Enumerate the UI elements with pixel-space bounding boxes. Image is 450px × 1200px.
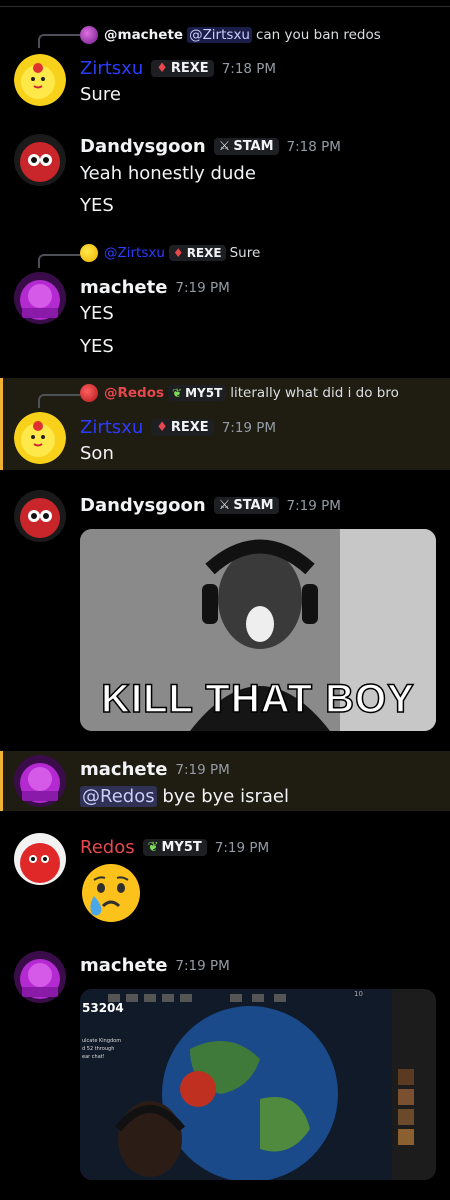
server-tag[interactable]: ⚔ STAM (213, 497, 279, 514)
avatar[interactable] (14, 54, 66, 106)
avatar-mini (80, 244, 98, 262)
message-header: Zirtsxu ♦ REXE 7:19 PM (80, 417, 276, 438)
reply-author[interactable]: @Redos (104, 385, 164, 401)
leaf-icon: ❦ (172, 386, 183, 400)
timestamp: 7:19 PM (175, 761, 230, 778)
username[interactable]: Redos (80, 837, 135, 858)
message-text: Sure (80, 84, 121, 105)
sword-icon: ⚔ (218, 139, 231, 154)
avatar[interactable] (14, 272, 66, 324)
gem-icon: ♦ (156, 420, 168, 435)
gem-icon: ♦ (156, 61, 168, 76)
message-text: YES (80, 336, 114, 357)
reply-text: literally what did i do bro (230, 385, 399, 401)
message-header: machete 7:19 PM (80, 277, 230, 298)
reply-author[interactable]: @machete (104, 27, 183, 43)
message-header: Dandysgoon ⚔ STAM 7:19 PM (80, 495, 341, 516)
timestamp: 7:19 PM (286, 497, 341, 514)
server-tag[interactable]: ♦ REXE (151, 419, 214, 436)
message-header: machete 7:19 PM (80, 955, 230, 976)
message-header: Zirtsxu ♦ REXE 7:18 PM (80, 58, 276, 79)
avatar[interactable] (14, 134, 66, 186)
message-text: YES (80, 195, 114, 216)
message-body: bye bye israel (162, 786, 289, 807)
message-text: @Redos bye bye israel (80, 786, 289, 807)
top-divider (0, 0, 450, 7)
image-attachment[interactable]: 53204 ulcate Kingdom d 52 through ear ch… (80, 989, 436, 1180)
reply-text: can you ban redos (255, 27, 381, 43)
avatar-mini (80, 26, 98, 44)
timestamp: 7:19 PM (175, 279, 230, 296)
reply-connector-icon (38, 394, 80, 408)
crying-face-emoji[interactable] (80, 862, 142, 928)
avatar[interactable] (14, 412, 66, 464)
game-counter: 10 (354, 990, 363, 998)
username[interactable]: Zirtsxu (80, 417, 143, 438)
server-tag[interactable]: ⚔ STAM (213, 138, 279, 155)
reply-preview[interactable]: @Redos ❦ MY5T literally what did i do bro (80, 384, 399, 402)
sword-icon: ⚔ (218, 498, 231, 513)
leaf-icon: ❦ (147, 840, 159, 855)
avatar[interactable] (14, 833, 66, 885)
reply-connector-icon (38, 34, 80, 48)
message-header: Redos ❦ MY5T 7:19 PM (80, 837, 269, 858)
reply-mention[interactable]: @Zirtsxu (187, 27, 252, 43)
username[interactable]: Dandysgoon (80, 136, 206, 157)
gif-attachment[interactable]: KILL THAT BOY (80, 529, 436, 731)
game-notice: ulcate Kingdom d 52 through ear chat! (82, 1038, 122, 1060)
avatar[interactable] (14, 490, 66, 542)
avatar[interactable] (14, 951, 66, 1003)
timestamp: 7:19 PM (221, 419, 277, 436)
timestamp: 7:18 PM (286, 138, 341, 155)
message-text: Son (80, 443, 114, 464)
timestamp: 7:19 PM (214, 839, 270, 856)
reply-text: Sure (229, 245, 261, 261)
server-tag[interactable]: ❦ MY5T (168, 385, 227, 401)
reply-author[interactable]: @Zirtsxu (104, 245, 165, 261)
reply-preview[interactable]: @Zirtsxu ♦ REXE Sure (80, 244, 260, 262)
avatar[interactable] (14, 755, 66, 807)
username[interactable]: machete (80, 277, 167, 298)
timestamp: 7:18 PM (221, 60, 277, 77)
gif-caption: KILL THAT BOY (100, 676, 415, 722)
reply-preview[interactable]: @machete @Zirtsxu can you ban redos (80, 26, 381, 44)
message-header: machete 7:19 PM (80, 759, 230, 780)
username[interactable]: machete (80, 955, 167, 976)
username[interactable]: machete (80, 759, 167, 780)
user-mention[interactable]: @Redos (80, 786, 157, 807)
avatar-mini (80, 384, 98, 402)
gem-icon: ♦ (172, 246, 184, 260)
server-tag[interactable]: ♦ REXE (168, 245, 226, 261)
username[interactable]: Zirtsxu (80, 58, 143, 79)
server-tag[interactable]: ❦ MY5T (142, 839, 207, 856)
server-tag[interactable]: ♦ REXE (151, 60, 214, 77)
game-score: 53204 (82, 1001, 124, 1015)
timestamp: 7:19 PM (175, 957, 230, 974)
message-header: Dandysgoon ⚔ STAM 7:18 PM (80, 136, 341, 157)
reply-connector-icon (38, 254, 80, 268)
game-screenshot-image (80, 989, 436, 1180)
username[interactable]: Dandysgoon (80, 495, 206, 516)
message-text: Yeah honestly dude (80, 163, 256, 184)
message-text: YES (80, 303, 114, 324)
